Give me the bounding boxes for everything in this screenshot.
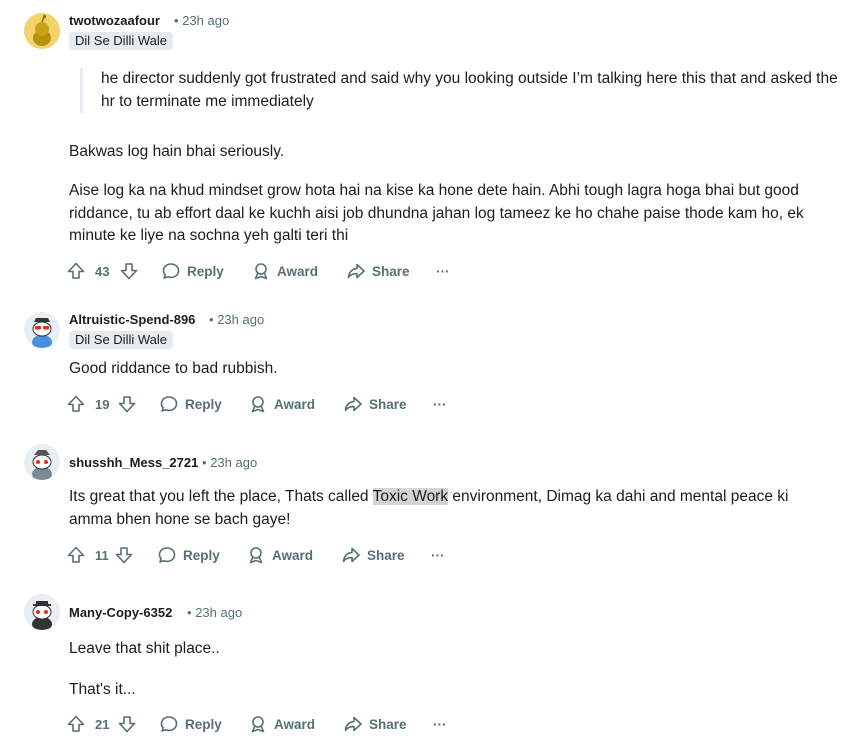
reply-button[interactable]: Reply — [159, 390, 222, 418]
comment-time: • 23h ago — [174, 13, 230, 28]
upvote-icon — [67, 546, 85, 563]
share-icon — [347, 263, 365, 279]
share-button[interactable]: Share — [346, 257, 410, 285]
comment-paragraph: Aise log ka na khud mindset grow hota ha… — [69, 182, 804, 244]
share-button[interactable]: Share — [343, 390, 407, 418]
reply-icon — [158, 547, 176, 563]
reply-icon — [160, 716, 178, 732]
award-label: Award — [274, 396, 316, 412]
reply-icon — [160, 396, 178, 412]
award-button[interactable]: Award — [248, 390, 315, 418]
award-icon — [254, 263, 268, 280]
comment-paragraph: Leave that shit place.. — [69, 640, 220, 657]
share-label: Share — [367, 547, 405, 563]
share-button[interactable]: Share — [343, 710, 407, 738]
upvote-button[interactable] — [66, 541, 86, 569]
comment-timestamp: 23h ago — [182, 13, 230, 28]
reply-button[interactable]: Reply — [157, 541, 220, 569]
reply-label: Reply — [185, 396, 222, 412]
more-options-button[interactable]: ··· — [431, 541, 445, 569]
upvote-icon — [67, 395, 85, 412]
blockquote: he director suddenly got frustrated and … — [80, 68, 841, 113]
snoo-avatar-icon — [24, 13, 60, 49]
comment-timestamp: 23h ago — [217, 312, 265, 327]
comment-author[interactable]: shusshh_Mess_2721 — [69, 455, 198, 470]
award-button[interactable]: Award — [248, 710, 315, 738]
vote-count: 43 — [95, 263, 110, 279]
vote-count: 21 — [95, 716, 110, 732]
avatar[interactable] — [24, 13, 60, 49]
snoo-avatar-icon — [24, 444, 60, 480]
share-label: Share — [369, 716, 407, 732]
reply-label: Reply — [183, 547, 220, 563]
avatar[interactable] — [24, 594, 60, 630]
award-label: Award — [272, 547, 314, 563]
vote-count: 11 — [95, 547, 109, 563]
comment-time: • 23h ago — [187, 605, 243, 620]
award-icon — [251, 716, 265, 733]
more-options-button[interactable]: ··· — [433, 390, 447, 418]
reply-label: Reply — [185, 716, 222, 732]
more-options-button[interactable]: ··· — [433, 710, 447, 738]
comment-author[interactable]: Many-Copy-6352 — [69, 605, 172, 620]
avatar[interactable] — [24, 312, 60, 348]
downvote-button[interactable] — [117, 710, 137, 738]
user-flair: Dil Se Dilli Wale — [69, 32, 173, 50]
downvote-icon — [118, 396, 136, 413]
award-label: Award — [277, 263, 319, 279]
comment-timestamp: 23h ago — [195, 605, 243, 620]
comment-paragraph: Bakwas log hain bhai seriously. — [69, 143, 285, 160]
share-label: Share — [369, 396, 407, 412]
share-icon — [344, 396, 362, 412]
award-button[interactable]: Award — [246, 541, 313, 569]
upvote-button[interactable] — [66, 257, 86, 285]
comment-author[interactable]: twotwozaafour — [69, 13, 160, 28]
downvote-icon — [115, 547, 133, 564]
user-flair: Dil Se Dilli Wale — [69, 331, 173, 349]
comment-paragraph: Good riddance to bad rubbish. — [69, 360, 278, 377]
upvote-button[interactable] — [66, 710, 86, 738]
more-options-button[interactable]: ··· — [436, 257, 450, 285]
downvote-button[interactable] — [119, 257, 139, 285]
upvote-icon — [67, 262, 85, 279]
upvote-icon — [67, 715, 85, 732]
selected-text: Toxic Work — [372, 488, 449, 505]
share-icon — [342, 547, 360, 563]
reply-button[interactable]: Reply — [159, 710, 222, 738]
comment-author[interactable]: Altruistic-Spend-896 — [69, 312, 195, 327]
snoo-avatar-icon — [24, 594, 60, 630]
reply-label: Reply — [187, 263, 224, 279]
downvote-icon — [120, 263, 138, 280]
upvote-button[interactable] — [66, 390, 86, 418]
award-icon — [251, 396, 265, 413]
downvote-button[interactable] — [117, 390, 137, 418]
comment-text: Its great that you left the place, Thats… — [69, 488, 373, 505]
avatar[interactable] — [24, 444, 60, 480]
comment-paragraph: That's it... — [69, 681, 136, 698]
comment-time: • 23h ago — [209, 312, 265, 327]
award-label: Award — [274, 716, 316, 732]
snoo-avatar-icon — [24, 312, 60, 348]
downvote-icon — [118, 716, 136, 733]
reply-button[interactable]: Reply — [161, 257, 224, 285]
comment-timestamp: 23h ago — [210, 455, 258, 470]
award-button[interactable]: Award — [251, 257, 318, 285]
comment-time: • 23h ago — [202, 455, 258, 470]
share-button[interactable]: Share — [341, 541, 405, 569]
downvote-button[interactable] — [114, 541, 134, 569]
award-icon — [249, 547, 263, 564]
vote-count: 19 — [95, 396, 110, 412]
reply-icon — [162, 263, 180, 279]
share-icon — [344, 716, 362, 732]
share-label: Share — [372, 263, 410, 279]
comment-paragraph: Its great that you left the place, Thats… — [69, 486, 829, 531]
